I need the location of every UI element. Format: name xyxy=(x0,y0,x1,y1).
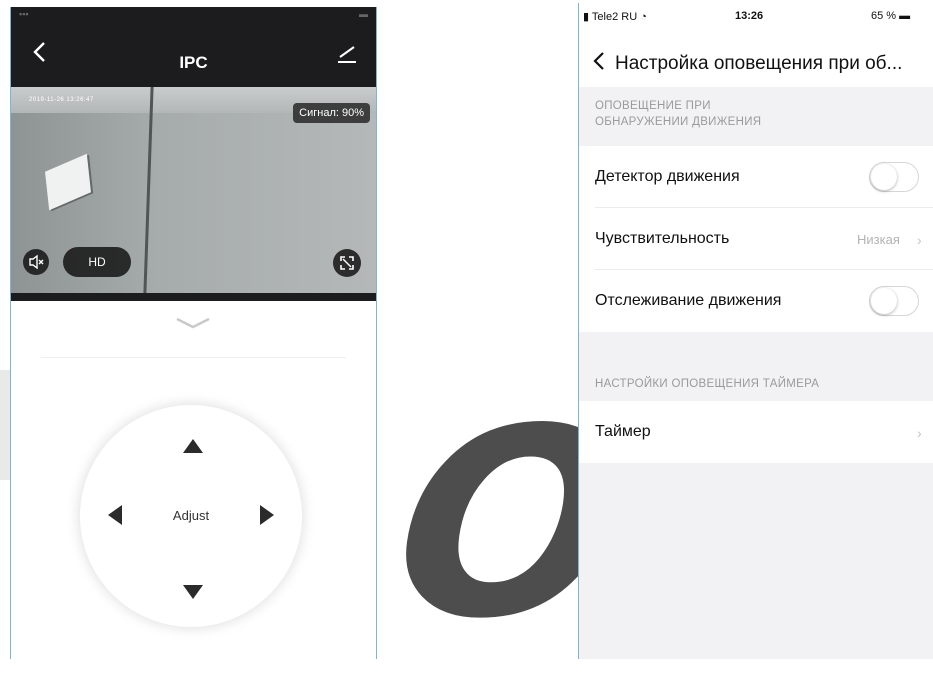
signal-bars-icon: ▮ xyxy=(583,11,590,23)
collapse-chevron-icon[interactable] xyxy=(171,313,215,335)
page-title: IPC xyxy=(179,53,208,72)
sensitivity-label: Чувствительность xyxy=(595,230,730,247)
edit-pencil-icon[interactable] xyxy=(334,39,360,65)
sensitivity-row[interactable]: Чувствительность Низкая › xyxy=(579,208,933,270)
page-title: Настройка оповещения при об... xyxy=(615,53,903,74)
battery-label: 65 % ▬ xyxy=(871,10,911,22)
signal-strength-badge: Сигнал: 90% xyxy=(293,103,370,123)
motion-detector-row: Детектор движения xyxy=(579,146,933,208)
carrier-label: ▮ Tele2 RU ◔ xyxy=(583,11,647,23)
speaker-muted-icon xyxy=(29,254,44,270)
fullscreen-icon xyxy=(340,256,354,270)
pan-right-arrow[interactable] xyxy=(260,505,274,525)
status-bar: ▪▪▪ ▬ xyxy=(11,7,376,21)
chevron-right-icon: › xyxy=(917,425,922,441)
divider xyxy=(41,357,346,358)
status-bar: ▮ Tele2 RU ◔ 13:26 65 % ▬ xyxy=(579,3,933,29)
camera-view-screen: ▪▪▪ ▬ IPC 2019-11-26 13:26:47 Сигнал: 90… xyxy=(10,7,377,659)
motion-tracking-label: Отслеживание движения xyxy=(595,292,782,309)
signal-icon: ▪▪▪ xyxy=(19,9,29,19)
hd-quality-button[interactable]: HD xyxy=(63,247,131,277)
battery-icon: ▬ xyxy=(359,9,368,19)
wall-poster xyxy=(45,153,91,211)
pan-down-arrow[interactable] xyxy=(183,585,203,599)
motion-detector-toggle[interactable] xyxy=(869,162,919,192)
nav-bar: IPC xyxy=(11,21,376,87)
battery-icon: ▬ xyxy=(899,10,911,22)
pan-up-arrow[interactable] xyxy=(183,439,203,453)
back-arrow-icon[interactable] xyxy=(591,51,607,71)
motion-detector-label: Детектор движения xyxy=(595,168,740,185)
motion-tracking-row: Отслеживание движения xyxy=(579,270,933,332)
wifi-icon: ◔ xyxy=(640,11,647,23)
ptz-control-pad: Adjust xyxy=(80,405,302,627)
sensitivity-value: Низкая xyxy=(857,232,900,247)
motion-tracking-toggle[interactable] xyxy=(869,286,919,316)
fullscreen-button[interactable] xyxy=(333,249,361,277)
video-timestamp: 2019-11-26 13:26:47 xyxy=(29,97,94,103)
timer-label: Таймер xyxy=(595,423,651,440)
speaker-mute-button[interactable] xyxy=(23,249,49,275)
nav-bar: Настройка оповещения при об... xyxy=(579,29,933,87)
motion-alert-settings-screen: ▮ Tele2 RU ◔ 13:26 65 % ▬ Настройка опов… xyxy=(578,3,933,659)
camera-live-video[interactable]: 2019-11-26 13:26:47 Сигнал: 90% HD xyxy=(11,87,376,293)
timer-row[interactable]: Таймер › xyxy=(579,401,933,463)
chevron-right-icon: › xyxy=(917,232,922,248)
section-header-motion: ОПОВЕЩЕНИЕ ПРИ ОБНАРУЖЕНИИ ДВИЖЕНИЯ xyxy=(595,100,762,128)
status-time: 13:26 xyxy=(735,10,764,22)
section-header-timer: НАСТРОЙКИ ОПОВЕЩЕНИЯ ТАЙМЕРА xyxy=(595,378,820,390)
